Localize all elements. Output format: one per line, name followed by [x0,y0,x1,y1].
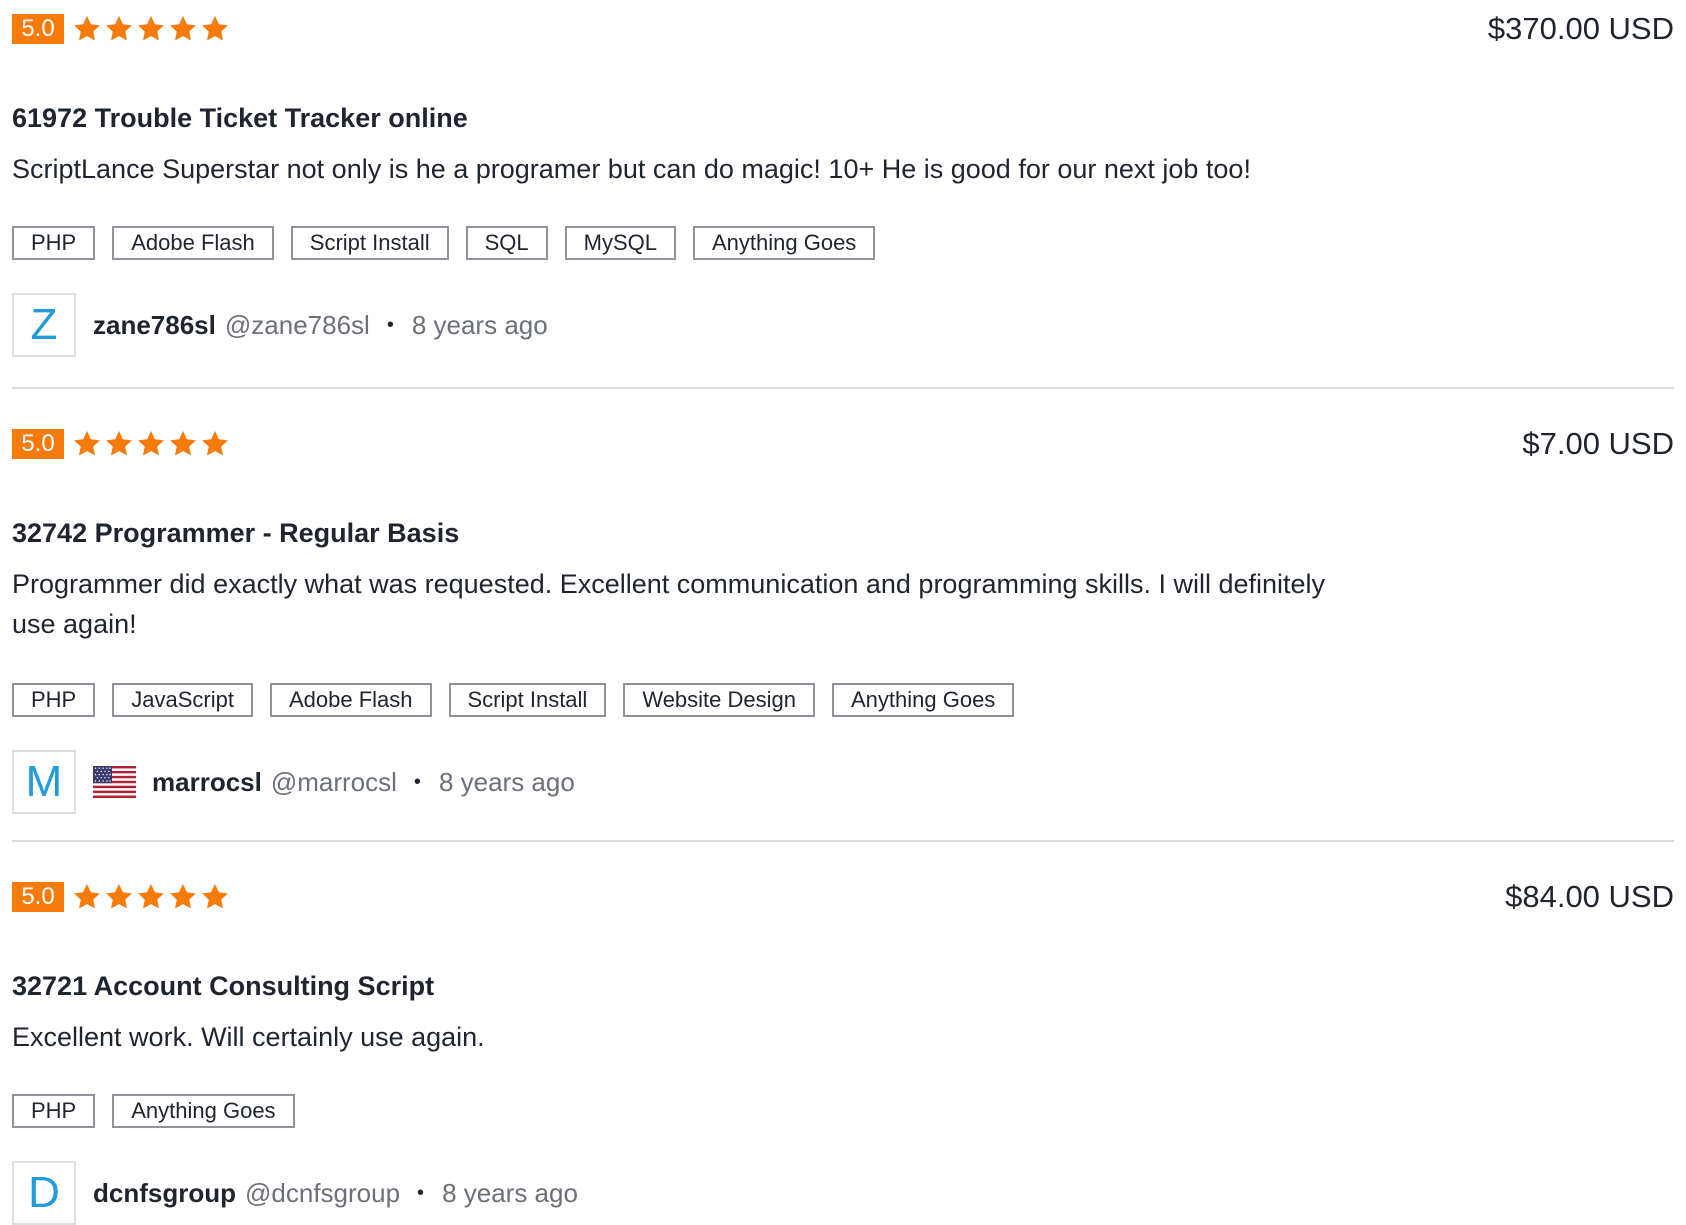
reviewer-handle: @zane786sl [224,309,370,340]
skill-tag[interactable]: Adobe Flash [112,226,274,260]
skill-tag[interactable]: SQL [465,226,548,260]
review-text: ScriptLance Superstar not only is he a p… [12,154,1251,184]
skill-tag[interactable]: PHP [12,226,96,260]
star-icon [136,14,166,44]
skill-tags: PHP JavaScript Adobe Flash Script Instal… [12,683,1031,717]
review-text: Excellent work. Will certainly use again… [12,1022,485,1052]
star-icon [72,429,102,459]
skill-tag[interactable]: Adobe Flash [269,683,432,717]
review-divider [12,840,1674,842]
star-icon [104,882,134,912]
project-title[interactable]: 32742 Programmer - Regular Basis [12,516,459,550]
star-icon [168,429,198,459]
skill-tag[interactable]: Anything Goes [112,1094,295,1128]
skill-tag[interactable]: PHP [12,1094,96,1128]
reviewer-info: Z zane786sl @zane786sl • 8 years ago [12,293,548,357]
skill-tag[interactable]: MySQL [564,226,676,260]
project-price: $7.00 USD [1522,426,1674,461]
star-icon [168,14,198,44]
rating-badge: 5.0 [12,429,64,459]
avatar[interactable]: M [12,750,76,814]
reviewer-name[interactable]: dcnfsgroup [93,1178,236,1209]
skill-tag[interactable]: Anything Goes [832,683,1015,717]
reviewer-name[interactable]: zane786sl [93,310,216,341]
skill-tag[interactable]: JavaScript [112,683,253,717]
skill-tag[interactable]: Anything Goes [693,226,876,260]
review-divider [12,387,1674,389]
reviewer-name[interactable]: marrocsl [152,767,262,798]
star-icon [72,882,102,912]
star-icon [200,882,230,912]
review-header: 5.0 $84.00 USD [12,880,1674,920]
skill-tags: PHP Adobe Flash Script Install SQL MySQL… [12,226,892,260]
review-header: 5.0 $7.00 USD [12,427,1674,467]
avatar[interactable]: Z [12,293,76,357]
star-icon [72,14,102,44]
separator-dot: • [417,1181,425,1204]
reviewer-handle: @marrocsl [270,766,397,797]
star-icon [136,882,166,912]
avatar[interactable]: D [12,1161,76,1225]
project-price: $370.00 USD [1487,11,1674,46]
project-title[interactable]: 61972 Trouble Ticket Tracker online [12,101,468,135]
skill-tags: PHP Anything Goes [12,1094,312,1128]
skill-tag[interactable]: Website Design [623,683,815,717]
skill-tag[interactable]: Script Install [448,683,607,717]
separator-dot: • [413,770,421,793]
us-flag-icon [93,766,136,798]
review-time: 8 years ago [438,766,575,797]
review-list: 5.0 $370.00 USD 61972 Trouble Ticket Tra… [0,0,1686,1225]
star-rating [72,12,232,46]
review-time: 8 years ago [411,309,548,340]
star-icon [104,429,134,459]
star-icon [200,14,230,44]
star-icon [104,14,134,44]
rating-badge: 5.0 [12,14,64,44]
star-icon [136,429,166,459]
project-title[interactable]: 32721 Account Consulting Script [12,969,434,1003]
star-icon [168,882,198,912]
review-time: 8 years ago [442,1177,578,1208]
star-rating [72,880,232,914]
star-icon [200,429,230,459]
reviewer-info: D dcnfsgroup @dcnfsgroup • 8 years ago [12,1161,578,1225]
skill-tag[interactable]: Script Install [290,226,449,260]
review-text: Programmer did exactly what was requeste… [12,569,1326,639]
project-price: $84.00 USD [1505,879,1674,914]
reviewer-handle: @dcnfsgroup [245,1177,401,1208]
review-header: 5.0 $370.00 USD [12,12,1674,52]
star-rating [72,427,232,461]
reviewer-info: M marrocsl @marrocsl • 8 years ago [12,750,575,814]
rating-badge: 5.0 [12,882,64,912]
skill-tag[interactable]: PHP [12,683,96,717]
separator-dot: • [386,313,394,336]
